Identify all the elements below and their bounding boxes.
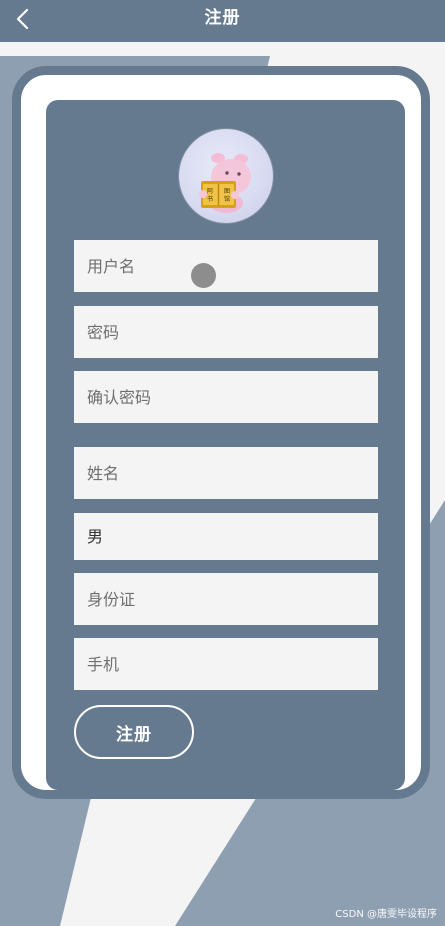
top-navigation-bar: 注册 — [0, 0, 445, 42]
svg-text:书: 书 — [207, 195, 213, 203]
avatar: 阿 图 书 馆 — [179, 129, 273, 223]
gender-select[interactable]: 男 — [74, 513, 378, 560]
svg-text:图: 图 — [224, 188, 230, 195]
page-title: 注册 — [204, 8, 241, 28]
register-button[interactable]: 注册 — [74, 705, 194, 759]
svg-text:馆: 馆 — [224, 195, 230, 203]
id-card-input[interactable] — [74, 573, 378, 625]
registration-form-panel: 阿 图 书 馆 男 注册 — [46, 100, 405, 790]
username-input[interactable] — [74, 240, 378, 292]
cursor-indicator — [191, 263, 216, 288]
watermark-text: CSDN @唐雯毕设程序 — [335, 909, 437, 920]
pig-reading-book-icon: 阿 图 书 馆 — [199, 153, 251, 213]
svg-text:阿: 阿 — [207, 187, 213, 195]
confirm-password-input[interactable] — [74, 371, 378, 423]
name-input[interactable] — [74, 447, 378, 499]
phone-input[interactable] — [74, 638, 378, 690]
password-input[interactable] — [74, 306, 378, 358]
